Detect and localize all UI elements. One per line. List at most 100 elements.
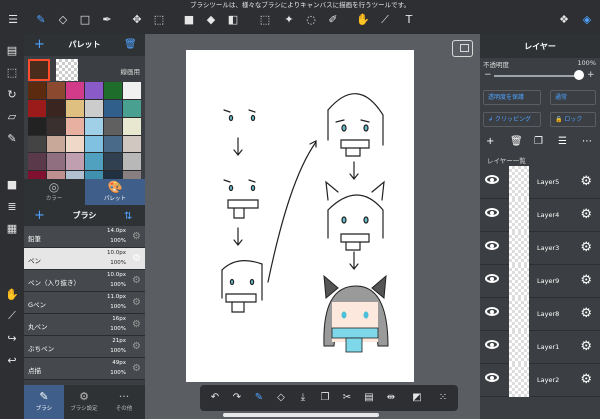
layer-list-icon[interactable]: ☰ [558,136,567,147]
eye-icon[interactable] [485,340,499,349]
layer-row[interactable]: Layer9 ⚙ [480,265,600,298]
blend-mode-select[interactable]: 通常 [550,90,596,105]
keypad-icon[interactable]: ⁙ [436,391,450,405]
palette-swatch[interactable] [28,99,46,117]
text-tool-icon[interactable]: T [402,13,416,27]
brush-item[interactable]: 点描 49px 100% ⚙ [24,358,145,380]
palette-swatch[interactable] [85,135,103,153]
copy-icon[interactable]: ❐ [318,391,332,405]
tab-color[interactable]: ◎ カラー [24,179,84,205]
main-color-swatch[interactable] [28,59,50,81]
eye-icon[interactable] [485,373,499,382]
lasso-tool-icon[interactable]: ◌ [304,13,318,27]
bucket-tool-icon[interactable]: ◆ [204,13,218,27]
fill-color-icon[interactable]: ■ [182,13,196,27]
tab-other[interactable]: ··· その他 [104,385,144,419]
palette-swatch[interactable] [47,82,65,99]
drawing-canvas[interactable] [186,50,414,382]
magic-wand-icon[interactable]: ✦ [282,13,296,27]
paste-icon[interactable]: ▤ [362,391,376,405]
minus-icon[interactable]: − [484,70,492,80]
gear-icon[interactable]: ⚙ [580,372,592,387]
gradient-tool-icon[interactable]: ◧ [226,13,240,27]
palette-swatch[interactable] [104,117,122,135]
layer-row[interactable]: Layer2 ⚙ [480,364,600,397]
plus-icon[interactable]: + [587,70,595,80]
layer-color-icon[interactable]: ▦ [4,220,20,236]
menu-icon[interactable]: ☰ [6,13,20,27]
protect-alpha-button[interactable]: 透明度を保護 [483,90,541,105]
palette-swatch[interactable] [104,99,122,117]
eye-icon[interactable] [485,274,499,283]
undo-button-icon[interactable]: ↶ [208,391,222,405]
palette-swatch[interactable] [123,135,141,153]
color-icon[interactable]: ■ [4,176,20,192]
layer-row[interactable]: Layer8 ⚙ [480,298,600,331]
selection-icon[interactable]: ⬚ [4,64,20,80]
opacity-slider[interactable] [494,75,580,77]
palette-swatch[interactable] [123,153,141,171]
add-layer-icon[interactable]: + [486,136,494,147]
opacity-slider-knob[interactable] [574,70,584,80]
rotate-icon[interactable]: ↻ [4,86,20,102]
palette-swatch[interactable] [66,153,84,171]
delete-layer-icon[interactable]: 🗑 [510,136,523,147]
brush-item[interactable]: ペン 10.0px 100% ⚙ [24,248,145,270]
palette-swatch[interactable] [66,117,84,135]
palette-swatch[interactable] [66,135,84,153]
eye-icon[interactable] [485,307,499,316]
layer-more-icon[interactable]: ⋯ [582,136,592,147]
palette-swatch[interactable] [85,153,103,171]
brush-item[interactable]: ペン（入り抜き） 10.0px 100% ⚙ [24,270,145,292]
layer-row[interactable]: Layer4 ⚙ [480,199,600,232]
gear-icon[interactable]: ⚙ [580,273,592,288]
gear-icon[interactable]: ⚙ [580,240,592,255]
move-tool-icon[interactable]: ✥ [130,13,144,27]
palette-swatch[interactable] [85,99,103,117]
gear-icon[interactable]: ⚙ [580,207,592,222]
brush-item[interactable]: Gペン 11.0px 100% ⚙ [24,292,145,314]
gear-icon[interactable]: ⚙ [132,341,141,352]
eye-icon[interactable] [485,208,499,217]
palette-swatch[interactable] [123,99,141,117]
palette-swatch[interactable] [47,135,65,153]
tab-palette[interactable]: 🎨 パレット [85,179,145,205]
eye-icon[interactable] [485,175,499,184]
rectangle-tool-icon[interactable]: □ [78,13,92,27]
palette-swatch[interactable] [104,153,122,171]
palette-swatch[interactable] [66,99,84,117]
layer-row[interactable]: Layer3 ⚙ [480,232,600,265]
palette-swatch[interactable] [47,153,65,171]
brush-tool-icon[interactable]: ✎ [34,13,48,27]
gear-icon[interactable]: ⚙ [132,253,141,264]
layers-icon[interactable]: ◈ [580,13,594,27]
tab-brush[interactable]: ✎ ブラシ [24,385,64,419]
clipping-button[interactable]: ↲ クリッピング [483,112,541,127]
gear-icon[interactable]: ⚙ [132,275,141,286]
brush-stabilize-icon[interactable]: ✎ [252,391,266,405]
flip-icon[interactable]: ⇹ [384,391,398,405]
brush-list-icon[interactable]: ≣ [4,198,20,214]
eraser-tool-icon[interactable]: ◇ [56,13,70,27]
palette-swatch[interactable] [123,117,141,135]
palette-swatch[interactable] [28,153,46,171]
gear-icon[interactable]: ⚙ [580,306,592,321]
palette-swatch[interactable] [28,82,46,99]
lock-button[interactable]: 🔒 ロック [550,112,596,127]
pen-tool-icon[interactable]: ✒ [100,13,114,27]
transform-tool-icon[interactable]: ⬚ [152,13,166,27]
palette-swatch[interactable] [66,82,84,99]
hand-icon[interactable]: ✋ [356,13,370,27]
eye-icon[interactable] [485,241,499,250]
palette-swatch[interactable] [28,117,46,135]
palette-swatch[interactable] [123,82,141,99]
layer-row[interactable]: Layer1 ⚙ [480,331,600,364]
gear-icon[interactable]: ⚙ [132,297,141,308]
palette-swatch[interactable] [85,82,103,99]
redo-button-icon[interactable]: ↷ [230,391,244,405]
brush-item[interactable]: 丸ペン 16px 100% ⚙ [24,314,145,336]
palette-swatch[interactable] [47,99,65,117]
gear-icon[interactable]: ⚙ [132,231,141,242]
gear-icon[interactable]: ⚙ [132,363,141,374]
palette-swatch[interactable] [104,135,122,153]
